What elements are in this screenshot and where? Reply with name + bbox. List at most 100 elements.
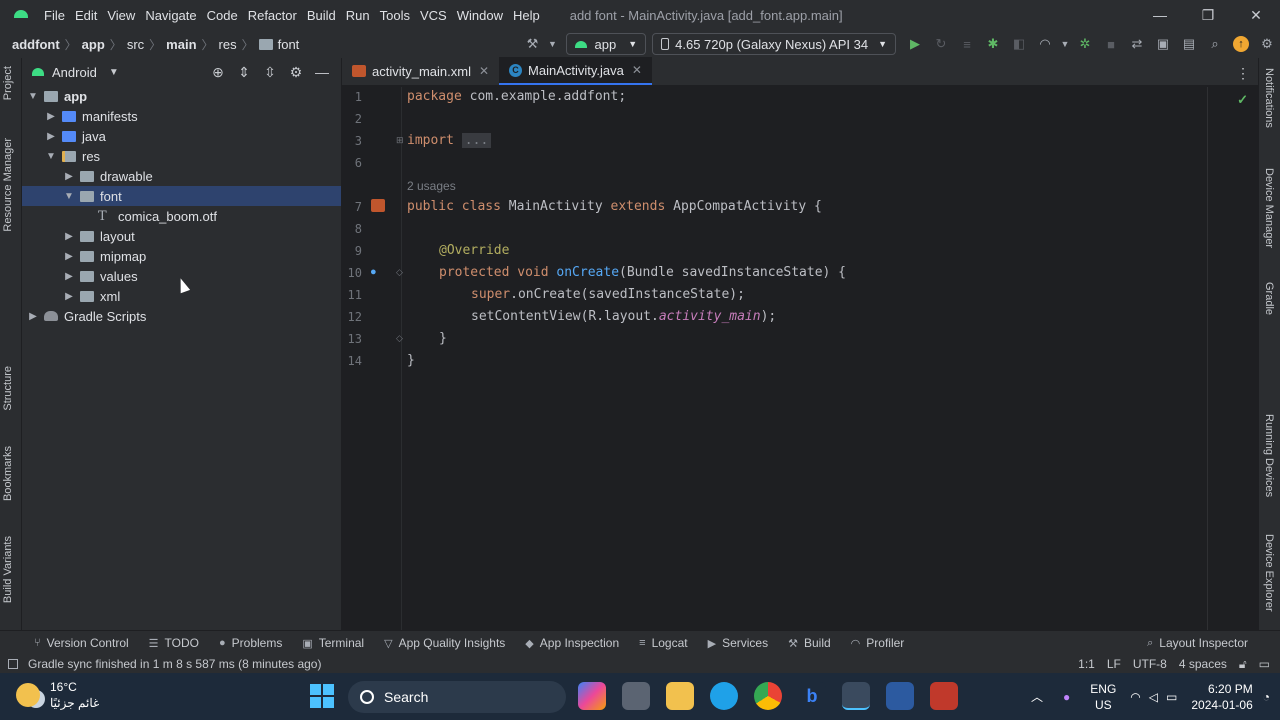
run-icon[interactable]: ▶ (902, 33, 928, 55)
toggle-tool-windows-icon[interactable] (8, 659, 18, 669)
rerun-icon[interactable]: ↻ (928, 33, 954, 55)
device-dropdown[interactable]: 4.65 720p (Galaxy Nexus) API 34 ▼ (652, 33, 896, 55)
chevron-right-icon[interactable]: ▶ (62, 271, 76, 282)
chevron-down-icon[interactable]: ▼ (26, 91, 40, 102)
update-icon[interactable]: ↑ (1228, 33, 1254, 55)
clock[interactable]: 6:20 PM 2024-01-06 (1191, 681, 1252, 713)
status-message[interactable]: Gradle sync finished in 1 m 8 s 587 ms (… (28, 657, 321, 671)
menu-view[interactable]: View (107, 8, 135, 23)
chevron-down-icon[interactable]: ▼ (62, 191, 76, 202)
profiler-icon[interactable]: ◠ (1032, 33, 1058, 55)
attach-debugger-icon[interactable]: ◧ (1006, 33, 1032, 55)
tab-activity-main-xml[interactable]: activity_main.xml ✕ (342, 57, 499, 85)
attach-process-icon[interactable]: ✲ (1072, 33, 1098, 55)
tree-item-mipmap[interactable]: ▶ mipmap (22, 246, 341, 266)
version-control-tool-button[interactable]: ⑂ Version Control (34, 636, 129, 650)
chrome-browser-icon[interactable] (754, 682, 782, 710)
chevron-right-icon[interactable]: ▶ (62, 231, 76, 242)
breadcrumb-addfont[interactable]: addfont (12, 37, 60, 52)
wifi-icon[interactable]: ◠ (1130, 690, 1140, 704)
logcat-tool-button[interactable]: ≡ Logcat (639, 636, 687, 650)
bing-icon[interactable]: b (798, 682, 826, 710)
android-studio-taskbar-icon[interactable] (842, 682, 870, 710)
fold-icon[interactable]: ◇ (396, 333, 403, 344)
menu-window[interactable]: Window (457, 8, 503, 23)
minimize-button[interactable]: — (1136, 0, 1184, 30)
menu-vcs[interactable]: VCS (420, 8, 447, 23)
menu-navigate[interactable]: Navigate (145, 8, 196, 23)
build-tool-button[interactable]: ⚒ Build (788, 636, 831, 650)
sdk-manager-icon[interactable]: ▤ (1176, 33, 1202, 55)
bookmarks-tool-button[interactable]: Bookmarks (2, 446, 14, 501)
no-problems-check-icon[interactable]: ✓ (1237, 92, 1248, 108)
tab-mainactivity-java[interactable]: C MainActivity.java ✕ (499, 57, 652, 85)
tree-item-app[interactable]: ▼ app (22, 86, 341, 106)
project-view-selector[interactable]: Android (52, 65, 97, 80)
microphone-icon[interactable]: ● (1063, 690, 1070, 704)
chevron-up-icon[interactable]: ︿ (1031, 688, 1043, 705)
tree-item-layout[interactable]: ▶ layout (22, 226, 341, 246)
run-config-dropdown[interactable]: app ▼ (565, 33, 647, 55)
chevron-right-icon[interactable]: ▶ (44, 131, 58, 142)
device-manager-tool-button[interactable]: Device Manager (1263, 168, 1275, 248)
language-indicator[interactable]: ENG US (1090, 681, 1116, 713)
battery-icon[interactable]: ▭ (1166, 690, 1177, 704)
fold-icon[interactable]: ◇ (396, 267, 403, 278)
chevron-right-icon[interactable]: ▶ (44, 111, 58, 122)
close-button[interactable]: ✕ (1232, 0, 1280, 30)
hide-panel-icon[interactable]: — (309, 64, 335, 80)
profiler-tool-button[interactable]: ◠ Profiler (851, 636, 905, 650)
hammer-icon[interactable]: ⚒ (520, 33, 546, 55)
resource-manager-tool-button[interactable]: Resource Manager (2, 138, 14, 232)
device-explorer-tool-button[interactable]: Device Explorer (1263, 534, 1275, 612)
more-options-icon[interactable]: ⋮ (1236, 65, 1250, 82)
tree-item-manifests[interactable]: ▶ manifests (22, 106, 341, 126)
restore-button[interactable]: ❐ (1184, 0, 1232, 30)
chevron-down-icon[interactable]: ▼ (546, 33, 560, 55)
chevron-right-icon[interactable]: ▶ (26, 311, 40, 322)
volume-icon[interactable]: ◁ (1149, 690, 1158, 704)
device-mirror-icon[interactable]: ▣ (1150, 33, 1176, 55)
layout-preview-gutter-icon[interactable] (371, 199, 385, 212)
menu-file[interactable]: File (44, 8, 65, 23)
folded-imports[interactable]: ... (461, 133, 492, 148)
task-view-icon[interactable] (622, 682, 650, 710)
project-tool-button[interactable]: Project (2, 66, 14, 100)
app-inspection-tool-button[interactable]: ◆ App Inspection (525, 636, 619, 650)
notifications-tool-button[interactable]: Notifications (1263, 68, 1275, 128)
menu-build[interactable]: Build (307, 8, 336, 23)
chevron-down-icon[interactable]: ▼ (44, 151, 58, 162)
caret-position[interactable]: 1:1 (1078, 657, 1095, 671)
apply-changes-icon[interactable]: ≡ (954, 33, 980, 55)
override-gutter-icon[interactable]: ● (370, 266, 377, 278)
tree-item-java[interactable]: ▶ java (22, 126, 341, 146)
layout-inspector-tool-button[interactable]: ⌕ Layout Inspector (1147, 636, 1248, 650)
close-tab-icon[interactable]: ✕ (632, 63, 642, 77)
breadcrumb-app[interactable]: app (82, 37, 105, 52)
menu-edit[interactable]: Edit (75, 8, 97, 23)
tree-item-drawable[interactable]: ▶ drawable (22, 166, 341, 186)
weather-widget[interactable]: 16°C غائم جزئيًا (16, 679, 99, 711)
structure-tool-button[interactable]: Structure (2, 366, 14, 411)
chevron-right-icon[interactable]: ▶ (62, 251, 76, 262)
collapse-all-icon[interactable]: ⇳ (257, 64, 283, 81)
tree-item-font[interactable]: ▼ font (22, 186, 341, 206)
chevron-down-icon[interactable]: ▼ (1058, 33, 1072, 55)
options-gear-icon[interactable]: ⚙ (283, 64, 309, 81)
indent-setting[interactable]: 4 spaces (1179, 657, 1227, 671)
breadcrumb-src[interactable]: src (127, 37, 144, 52)
memory-indicator-icon[interactable]: ▭ (1259, 657, 1270, 671)
chevron-right-icon[interactable]: ▶ (62, 171, 76, 182)
file-encoding[interactable]: UTF-8 (1133, 657, 1167, 671)
windows-start-icon[interactable] (310, 684, 334, 708)
locate-file-icon[interactable]: ⊕ (205, 64, 231, 81)
stop-icon[interactable]: ■ (1098, 33, 1124, 55)
line-separator[interactable]: LF (1107, 657, 1121, 671)
chevron-right-icon[interactable]: ▶ (62, 291, 76, 302)
terminal-tool-button[interactable]: ▣ Terminal (302, 636, 364, 650)
usages-hint[interactable]: 2 usages (407, 179, 456, 193)
menu-code[interactable]: Code (207, 8, 238, 23)
code-area[interactable]: package com.example.addfont; import ... … (407, 87, 1258, 630)
services-tool-button[interactable]: ▶ Services (708, 636, 768, 650)
breadcrumb-res[interactable]: res (219, 37, 237, 52)
